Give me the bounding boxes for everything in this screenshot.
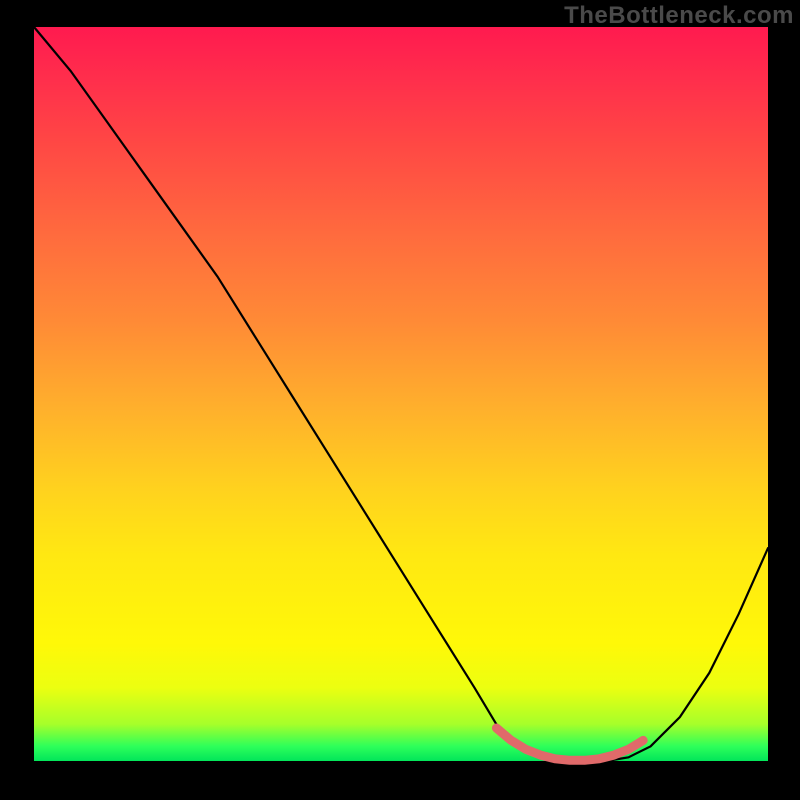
optimal-highlight-path bbox=[496, 728, 643, 760]
watermark-text: TheBottleneck.com bbox=[564, 2, 794, 30]
bottleneck-curve-path bbox=[34, 27, 768, 761]
chart-container: TheBottleneck.com bbox=[0, 0, 800, 800]
curve-overlay bbox=[34, 27, 768, 761]
plot-area bbox=[34, 27, 768, 761]
